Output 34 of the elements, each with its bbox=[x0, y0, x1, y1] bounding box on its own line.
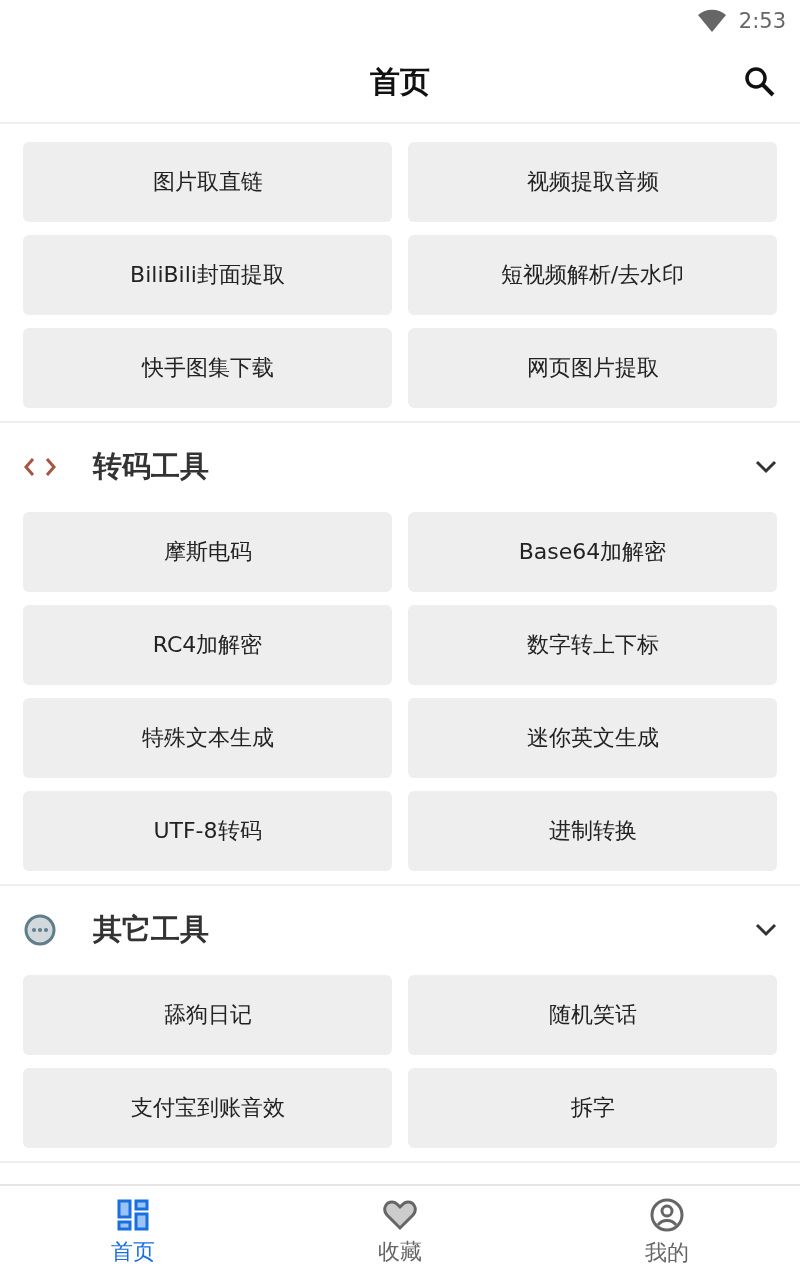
tool-button[interactable]: 拆字 bbox=[408, 1068, 777, 1148]
chevron-icon[interactable] bbox=[755, 460, 777, 474]
status-time: 2:53 bbox=[738, 9, 786, 33]
tool-button[interactable]: RC4加解密 bbox=[23, 605, 392, 685]
tool-button[interactable]: 网页图片提取 bbox=[408, 328, 777, 408]
tool-button[interactable]: 支付宝到账音效 bbox=[23, 1068, 392, 1148]
code-icon bbox=[23, 455, 57, 479]
section-title: 转码工具 bbox=[93, 448, 210, 485]
nav-tab[interactable]: 我的 bbox=[533, 1186, 800, 1280]
wifi-icon bbox=[696, 9, 727, 33]
tool-button[interactable]: 快手图集下载 bbox=[23, 328, 392, 408]
tool-button[interactable]: 摩斯电码 bbox=[23, 512, 392, 592]
page-title: 首页 bbox=[370, 62, 430, 101]
tool-button[interactable]: 迷你英文生成 bbox=[408, 698, 777, 778]
heart-icon bbox=[383, 1199, 417, 1231]
tool-button[interactable]: 随机笑话 bbox=[408, 975, 777, 1055]
tool-button[interactable]: UTF-8转码 bbox=[23, 791, 392, 871]
nav-tab[interactable]: 收藏 bbox=[266, 1186, 534, 1280]
tool-button[interactable]: 进制转换 bbox=[408, 791, 777, 871]
tool-button[interactable]: BiliBili封面提取 bbox=[23, 235, 392, 315]
more-icon bbox=[23, 913, 57, 947]
account-icon bbox=[649, 1198, 684, 1232]
tool-button[interactable]: 舔狗日记 bbox=[23, 975, 392, 1055]
tool-button[interactable]: 视频提取音频 bbox=[408, 142, 777, 222]
chevron-icon[interactable] bbox=[755, 923, 777, 937]
section-title: 其它工具 bbox=[93, 911, 210, 948]
tool-button[interactable]: 数字转上下标 bbox=[408, 605, 777, 685]
dashboard-icon bbox=[117, 1199, 150, 1231]
search-icon[interactable] bbox=[744, 66, 776, 98]
nav-tab[interactable]: 首页 bbox=[0, 1186, 267, 1280]
tool-button[interactable]: 图片取直链 bbox=[23, 142, 392, 222]
tool-button[interactable]: Base64加解密 bbox=[408, 512, 777, 592]
tool-button[interactable]: 特殊文本生成 bbox=[23, 698, 392, 778]
tool-button[interactable]: 短视频解析/去水印 bbox=[408, 235, 777, 315]
